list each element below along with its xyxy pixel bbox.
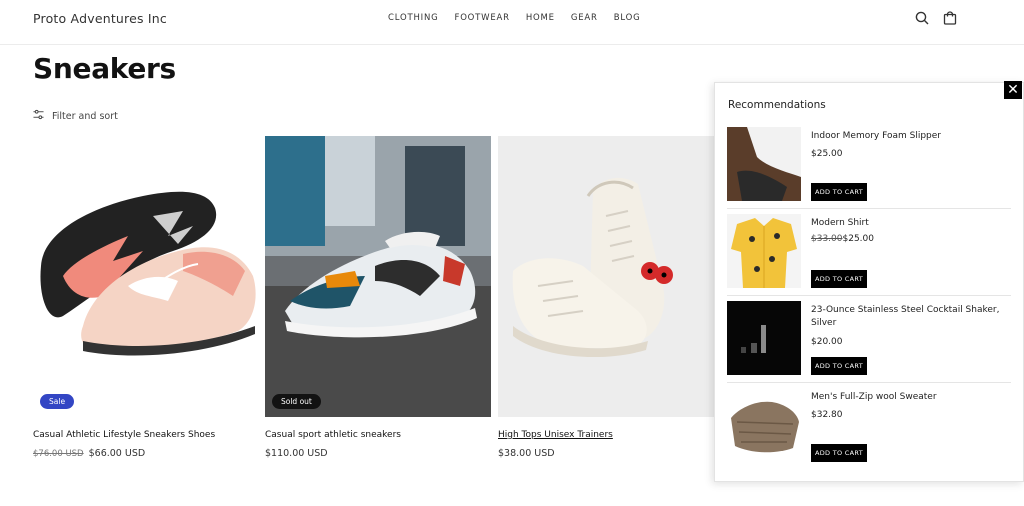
product-title[interactable]: Casual Athletic Lifestyle Sneakers Shoes bbox=[33, 430, 215, 440]
brand-logo[interactable]: Proto Adventures Inc bbox=[33, 11, 167, 26]
product-thumbnail[interactable] bbox=[727, 301, 801, 375]
close-icon[interactable]: ✕ bbox=[1004, 81, 1022, 99]
product-thumbnail[interactable] bbox=[727, 214, 801, 288]
product-title[interactable]: Casual sport athletic sneakers bbox=[265, 430, 401, 440]
sale-badge: Sale bbox=[40, 394, 75, 409]
site-header: Proto Adventures Inc CLOTHING FOOTWEAR H… bbox=[0, 0, 1024, 45]
add-to-cart-button[interactable]: ADD TO CART bbox=[811, 183, 867, 201]
nav-blog[interactable]: BLOG bbox=[614, 13, 641, 23]
nav-gear[interactable]: GEAR bbox=[571, 13, 598, 23]
divider bbox=[727, 382, 1011, 383]
page-title: Sneakers bbox=[33, 52, 176, 85]
nav-clothing[interactable]: CLOTHING bbox=[388, 13, 439, 23]
product-price: $76.00 USD $66.00 USD bbox=[33, 448, 145, 459]
recommendations-title: Recommendations bbox=[728, 99, 826, 111]
recommendation-name[interactable]: 23-Ounce Stainless Steel Cocktail Shaker… bbox=[811, 304, 1011, 330]
recommendations-panel: Recommendations Indoor Memory Foam Slipp… bbox=[714, 82, 1024, 482]
product-title[interactable]: High Tops Unisex Trainers bbox=[498, 430, 613, 440]
product-image[interactable]: Sold out bbox=[265, 136, 491, 417]
cart-icon[interactable] bbox=[942, 10, 958, 26]
recommendation-name[interactable]: Men's Full-Zip wool Sweater bbox=[811, 391, 1011, 404]
product-card[interactable]: High Tops Unisex Trainers $38.00 USD bbox=[498, 136, 724, 459]
product-thumbnail[interactable] bbox=[727, 127, 801, 201]
compare-price: $33.00 bbox=[811, 234, 843, 244]
recommendation-price: $20.00 bbox=[811, 337, 843, 347]
divider bbox=[727, 208, 1011, 209]
product-price: $38.00 USD bbox=[498, 448, 555, 459]
recommendation-item: Men's Full-Zip wool Sweater $32.80 ADD T… bbox=[727, 388, 1011, 474]
search-icon[interactable] bbox=[914, 10, 930, 26]
sold-out-badge: Sold out bbox=[272, 394, 321, 409]
add-to-cart-button[interactable]: ADD TO CART bbox=[811, 357, 867, 375]
filter-icon bbox=[33, 109, 44, 123]
compare-price: $76.00 USD bbox=[33, 449, 84, 459]
product-price: $110.00 USD bbox=[265, 448, 328, 459]
product-thumbnail[interactable] bbox=[727, 388, 801, 462]
product-card[interactable]: Sale Casual Athletic Lifestyle Sneakers … bbox=[33, 136, 259, 459]
recommendation-price: $33.00$25.00 bbox=[811, 234, 874, 244]
nav-home[interactable]: HOME bbox=[526, 13, 555, 23]
product-image[interactable]: Sale bbox=[33, 136, 259, 417]
recommendation-name[interactable]: Modern Shirt bbox=[811, 217, 1011, 230]
main-nav: CLOTHING FOOTWEAR HOME GEAR BLOG bbox=[388, 13, 657, 23]
recommendation-name[interactable]: Indoor Memory Foam Slipper bbox=[811, 130, 1011, 143]
filter-sort-button[interactable]: Filter and sort bbox=[33, 109, 118, 123]
product-image[interactable] bbox=[498, 136, 724, 417]
recommendation-item: Modern Shirt $33.00$25.00 ADD TO CART bbox=[727, 214, 1011, 300]
recommendation-item: Indoor Memory Foam Slipper $25.00 ADD TO… bbox=[727, 127, 1011, 213]
add-to-cart-button[interactable]: ADD TO CART bbox=[811, 444, 867, 462]
add-to-cart-button[interactable]: ADD TO CART bbox=[811, 270, 867, 288]
product-card[interactable]: Sold out Casual sport athletic sneakers … bbox=[265, 136, 491, 459]
nav-footwear[interactable]: FOOTWEAR bbox=[455, 13, 510, 23]
sale-price: $66.00 USD bbox=[88, 448, 146, 459]
recommendation-item: 23-Ounce Stainless Steel Cocktail Shaker… bbox=[727, 301, 1011, 387]
divider bbox=[727, 295, 1011, 296]
filter-label: Filter and sort bbox=[52, 110, 118, 122]
recommendation-price: $25.00 bbox=[811, 149, 843, 159]
sale-price: $25.00 bbox=[842, 234, 875, 244]
recommendation-price: $32.80 bbox=[811, 410, 843, 420]
